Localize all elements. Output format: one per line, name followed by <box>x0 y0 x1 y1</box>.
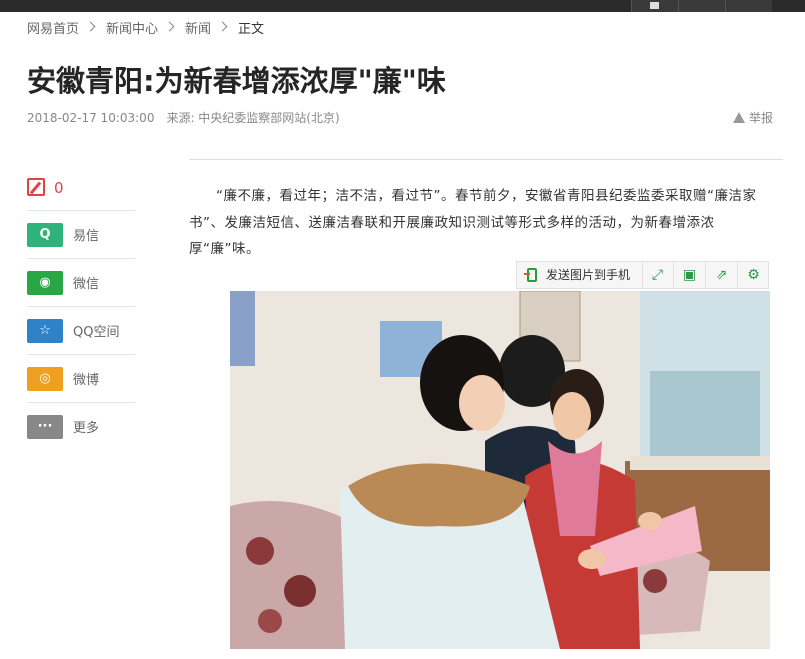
breadcrumb-current: 正文 <box>238 22 265 37</box>
share-label: QQ空间 <box>73 325 120 340</box>
grid-icon <box>650 2 659 9</box>
photo-illustration <box>230 291 770 649</box>
share-label: 易信 <box>73 229 100 244</box>
share-more[interactable]: ··· 更多 <box>27 403 135 450</box>
divider <box>189 159 783 160</box>
share-sidebar: 0 Q 易信 ◉ 微信 ☆ QQ空间 ◎ 微博 ··· 更多 <box>27 170 135 450</box>
article-photo <box>230 291 770 649</box>
article-title: 安徽青阳:为新春增添浓厚"廉"味 <box>27 64 446 98</box>
wechat-icon: ◉ <box>27 271 63 295</box>
article-source[interactable]: 来源: 中央纪委监察部网站(北京) <box>166 111 339 125</box>
yixin-icon: Q <box>27 223 63 247</box>
top-bar <box>0 0 805 12</box>
fullscreen-icon[interactable]: ⤢ <box>642 262 674 288</box>
chevron-right-icon <box>217 21 228 32</box>
article-datetime: 2018-02-17 10:03:00 <box>27 111 155 125</box>
share-label: 微信 <box>73 277 100 292</box>
phone-icon <box>524 268 537 282</box>
comment-count: 0 <box>54 179 64 197</box>
send-to-phone-label: 发送图片到手机 <box>546 268 631 282</box>
report-label: 举报 <box>748 111 773 125</box>
breadcrumb-home[interactable]: 网易首页 <box>27 18 79 37</box>
share-yixin[interactable]: Q 易信 <box>27 211 135 259</box>
warning-icon <box>732 112 745 123</box>
chevron-right-icon <box>85 21 96 32</box>
article-paragraph: “廉不廉，看过年；洁不洁，看过节”。春节前夕，安徽省青阳县纪委监委采取赠“廉洁家… <box>189 188 757 257</box>
breadcrumb-news[interactable]: 新闻 <box>185 18 211 37</box>
share-label: 微博 <box>73 373 100 388</box>
chevron-right-icon <box>164 21 175 32</box>
weibo-icon: ◎ <box>27 367 63 391</box>
breadcrumb: 网易首页 新闻中心 新闻 正文 <box>27 18 264 37</box>
top-bar-button-2[interactable] <box>678 0 725 12</box>
more-icon: ··· <box>27 415 63 439</box>
share-weibo[interactable]: ◎ 微博 <box>27 355 135 403</box>
comment-button[interactable]: 0 <box>27 170 135 211</box>
top-bar-button[interactable] <box>631 0 678 12</box>
image-toolbar: 发送图片到手机 ⤢ ▣ ⇗ ⚙ <box>516 261 769 289</box>
edit-icon <box>27 178 45 196</box>
send-to-phone-button[interactable]: 发送图片到手机 <box>517 262 643 288</box>
save-icon[interactable]: ▣ <box>674 262 706 288</box>
breadcrumb-news-center[interactable]: 新闻中心 <box>106 18 158 37</box>
share-wechat[interactable]: ◉ 微信 <box>27 259 135 307</box>
share-qzone[interactable]: ☆ QQ空间 <box>27 307 135 355</box>
article-meta: 2018-02-17 10:03:00 来源: 中央纪委监察部网站(北京) <box>27 109 340 126</box>
top-bar-button-3[interactable] <box>725 0 772 12</box>
qzone-icon: ☆ <box>27 319 63 343</box>
share-icon[interactable]: ⇗ <box>706 262 738 288</box>
settings-icon[interactable]: ⚙ <box>738 262 769 288</box>
report-link[interactable]: 举报 <box>732 109 773 126</box>
share-label: 更多 <box>73 421 100 436</box>
